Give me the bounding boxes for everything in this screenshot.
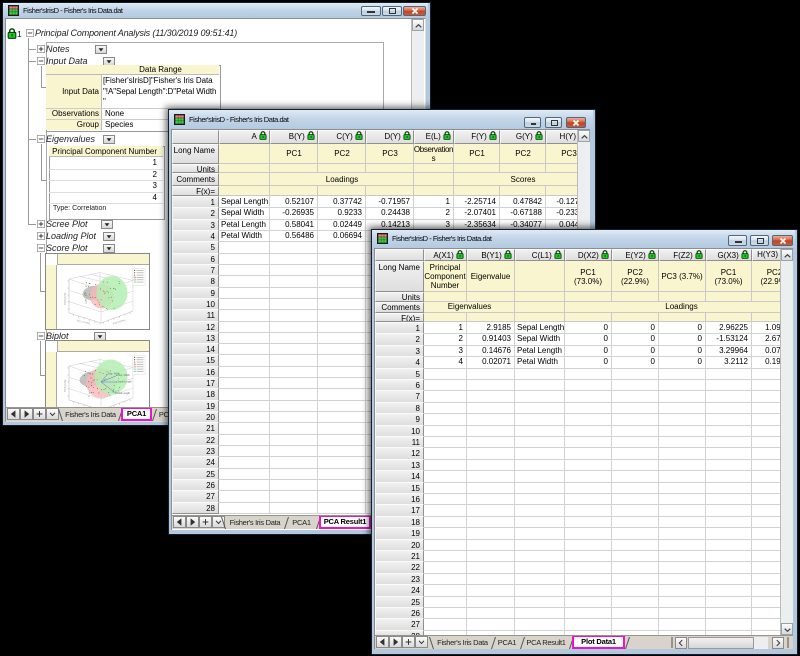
- svg-text:Sep. Width: Sep. Width: [118, 374, 130, 377]
- svg-text:PC1 (73.0%): PC1 (73.0%): [77, 321, 91, 326]
- svg-text:PC3 (3.7%): PC3 (3.7%): [65, 292, 67, 304]
- svg-text:PC2 (22.9%): PC2 (22.9%): [113, 320, 126, 326]
- svg-text:Sepal Length: Sepal Length: [118, 381, 133, 384]
- svg-text:PC3 (3.7%): PC3 (3.7%): [65, 379, 67, 391]
- svg-text:Petal Length: Petal Length: [117, 392, 131, 395]
